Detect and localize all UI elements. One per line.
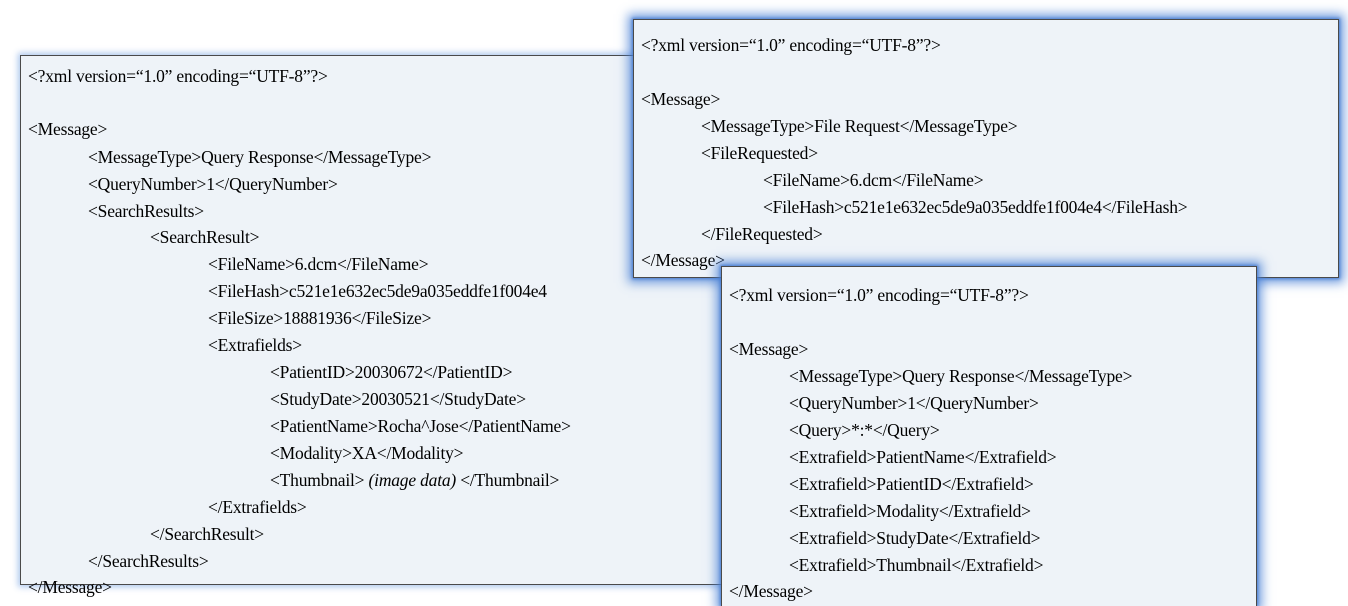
xml-query-response-results-panel: <?xml version=“1.0” encoding=“UTF-8”?> <… [20,55,724,596]
xml-line-thumbnail: <Thumbnail> (image data) </Thumbnail> [28,470,560,490]
xml-line-message-open: <Message> [28,119,108,139]
xml-line-file-size: <FileSize>18881936</FileSize> [208,308,432,328]
xml-line-message-type: <MessageType>File Request</MessageType> [701,116,1018,136]
xml-line-query-number: <QueryNumber>1</QueryNumber> [789,393,1039,413]
xml-line-search-results-close: </SearchResults> [88,551,209,571]
xml-line-file-requested-open: <FileRequested> [701,143,818,163]
xml-query-response-fields-panel: <?xml version=“1.0” encoding=“UTF-8”?> <… [721,266,1257,606]
xml-line-message-type: <MessageType>Query Response</MessageType… [88,147,432,167]
xml-declaration: <?xml version=“1.0” encoding=“UTF-8”?> [28,66,328,86]
xml-line-patient-name: <PatientName>Rocha^Jose</PatientName> [270,416,571,436]
xml-line-message-close: </Message> [28,577,112,597]
xml-line-extrafield-study-date: <Extrafield>StudyDate</Extrafield> [789,528,1041,548]
thumbnail-open-tag: <Thumbnail> [270,470,365,490]
xml-line-file-name: <FileName>6.dcm</FileName> [208,254,429,274]
xml-line-file-hash: <FileHash>c521e1e632ec5de9a035eddfe1f004… [763,197,1188,217]
xml-line-extrafield-patient-name: <Extrafield>PatientName</Extrafield> [789,447,1057,467]
xml-line-extrafields-open: <Extrafields> [208,335,302,355]
thumbnail-image-data-note: (image data) [368,470,457,490]
xml-file-request-panel: <?xml version=“1.0” encoding=“UTF-8”?> <… [633,19,1339,278]
xml-line-modality: <Modality>XA</Modality> [270,443,464,463]
xml-line-file-name: <FileName>6.dcm</FileName> [763,170,984,190]
xml-line-extrafields-close: </Extrafields> [208,497,307,517]
xml-line-patient-id: <PatientID>20030672</PatientID> [270,362,513,382]
xml-line-query: <Query>*:*</Query> [789,420,940,440]
xml-line-query-number: <QueryNumber>1</QueryNumber> [88,174,338,194]
xml-line-extrafield-thumbnail: <Extrafield>Thumbnail</Extrafield> [789,555,1044,575]
xml-line-search-result-open: <SearchResult> [150,227,260,247]
xml-line-extrafield-patient-id: <Extrafield>PatientID</Extrafield> [789,474,1034,494]
xml-line-extrafield-modality: <Extrafield>Modality</Extrafield> [789,501,1031,521]
xml-line-study-date: <StudyDate>20030521</StudyDate> [270,389,526,409]
xml-declaration: <?xml version=“1.0” encoding=“UTF-8”?> [641,35,941,55]
xml-line-message-close: </Message> [729,581,813,601]
xml-line-message-open: <Message> [729,339,809,359]
xml-line-file-hash: <FileHash>c521e1e632ec5de9a035eddfe1f004… [208,281,547,301]
xml-line-search-result-close: </SearchResult> [150,524,264,544]
xml-line-message-open: <Message> [641,89,721,109]
xml-line-message-close: </Message> [641,250,725,270]
xml-line-message-type: <MessageType>Query Response</MessageType… [789,366,1133,386]
xml-declaration: <?xml version=“1.0” encoding=“UTF-8”?> [729,285,1029,305]
xml-line-file-requested-close: </FileRequested> [701,224,823,244]
thumbnail-close-tag: </Thumbnail> [460,470,560,490]
xml-line-search-results-open: <SearchResults> [88,201,204,221]
